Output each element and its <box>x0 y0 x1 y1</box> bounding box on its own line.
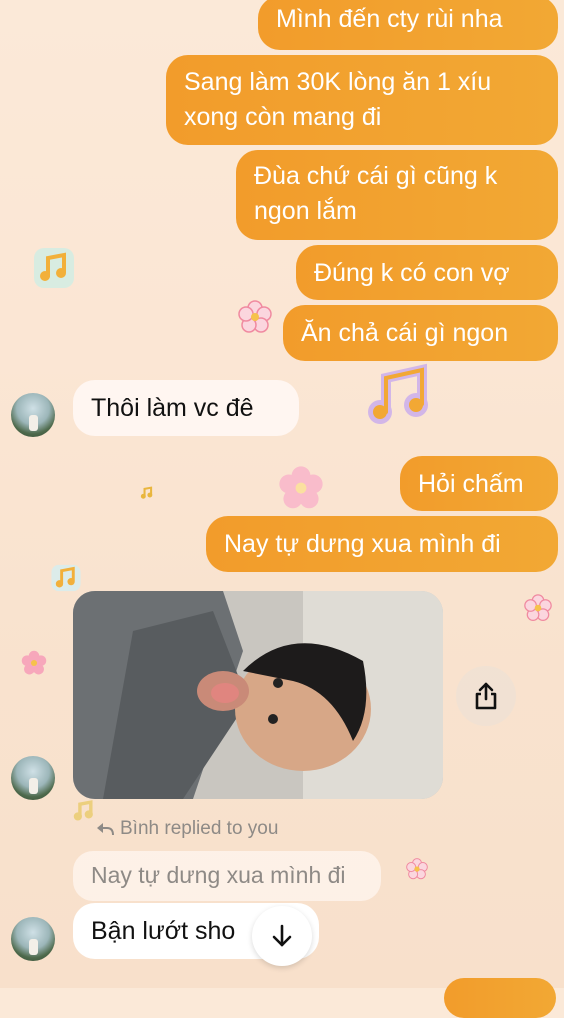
message-text: Đùa chứ cái gì cũng k <box>254 162 498 190</box>
photo-message[interactable] <box>73 591 443 799</box>
message-text: Bận lướt sho <box>91 917 236 945</box>
flower-icon <box>406 858 428 880</box>
outgoing-message[interactable]: Ăn chả cái gì ngon <box>283 305 558 361</box>
reply-meta-text: Bình replied to you <box>120 818 279 839</box>
music-note-icon <box>140 486 153 499</box>
avatar[interactable] <box>11 756 55 800</box>
flower-icon <box>279 466 323 509</box>
outgoing-message[interactable]: Sang làm 30K lòng ăn 1 xíu xong còn mang… <box>166 55 558 145</box>
outgoing-message[interactable]: Đùa chứ cái gì cũng k ngon lắm <box>236 150 558 240</box>
share-icon <box>475 682 497 710</box>
music-note-icon <box>34 248 74 288</box>
message-text: Mình đến cty rùi nha <box>276 5 503 33</box>
music-note-icon <box>51 564 81 592</box>
message-text: ngon lắm <box>254 197 357 225</box>
share-button[interactable] <box>456 666 516 726</box>
photo-image <box>73 591 443 799</box>
message-text: Sang làm 30K lòng ăn 1 xíu <box>184 68 492 96</box>
outgoing-message[interactable]: Hỏi chấm <box>400 456 558 511</box>
message-text: Nay tự dưng xua mình đi <box>224 530 501 558</box>
message-text: Thôi làm vc đê <box>91 394 254 422</box>
outgoing-message[interactable]: Nay tự dưng xua mình đi <box>206 516 558 572</box>
reply-quote-text: Nay tự dưng xua mình đi <box>91 862 346 888</box>
outgoing-message-partial[interactable] <box>444 978 556 1018</box>
message-text: Hỏi chấm <box>418 470 524 498</box>
reply-quote[interactable]: Nay tự dưng xua mình đi <box>73 851 381 901</box>
outgoing-message[interactable]: Đúng k có con vợ <box>296 245 558 300</box>
music-note-icon <box>368 363 428 424</box>
incoming-message[interactable]: Thôi làm vc đê <box>73 380 299 436</box>
message-text: Ăn chả cái gì ngon <box>301 319 509 347</box>
flower-icon <box>524 594 552 621</box>
flower-icon <box>238 300 272 333</box>
arrow-down-icon <box>272 924 292 947</box>
flower-icon <box>21 650 47 675</box>
avatar[interactable] <box>11 393 55 437</box>
avatar[interactable] <box>11 917 55 961</box>
message-text: Đúng k có con vợ <box>314 259 510 287</box>
reply-arrow-icon <box>97 823 114 836</box>
scroll-to-bottom-button[interactable] <box>252 906 312 966</box>
reply-header: Bình replied to you <box>96 818 278 840</box>
outgoing-message[interactable]: Mình đến cty rùi nha <box>258 0 558 50</box>
message-text: xong còn mang đi <box>184 103 382 131</box>
